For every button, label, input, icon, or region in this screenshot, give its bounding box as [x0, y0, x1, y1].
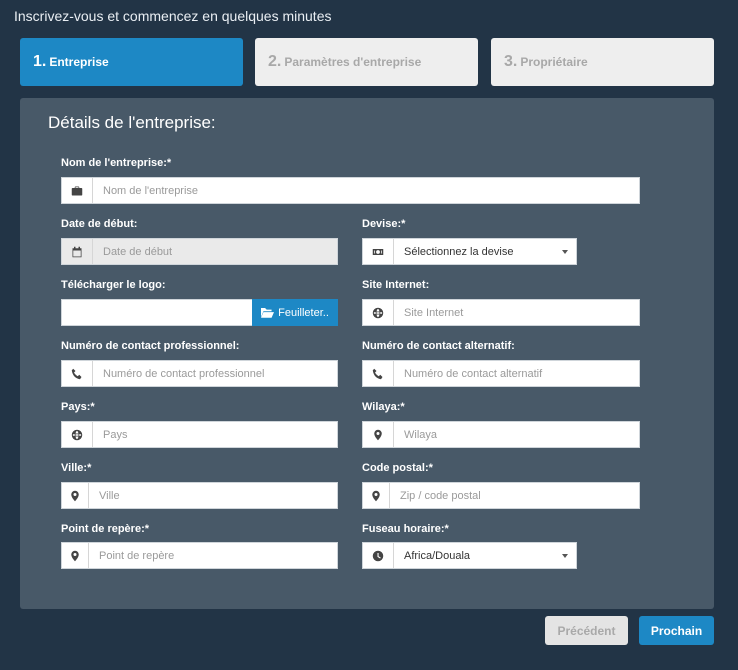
step-number: 3.	[504, 53, 518, 70]
chevron-down-icon	[562, 250, 568, 254]
alt-contact-input[interactable]	[394, 361, 639, 386]
website-label: Site Internet:	[362, 279, 430, 291]
money-icon	[363, 239, 394, 264]
landmark-input[interactable]	[89, 543, 337, 568]
city-input[interactable]	[89, 483, 337, 508]
company-details-panel: Détails de l'entreprise: Nom de l'entrep…	[20, 98, 714, 609]
alt-contact-label: Numéro de contact alternatif:	[362, 340, 515, 352]
country-input[interactable]	[93, 422, 337, 447]
timezone-select[interactable]: Africa/Douala	[394, 543, 576, 568]
panel-title: Détails de l'entreprise:	[48, 113, 216, 132]
globe-icon	[363, 300, 394, 325]
city-group	[61, 482, 338, 509]
step-label: Entreprise	[49, 55, 109, 69]
calendar-icon	[62, 239, 93, 264]
map-marker-icon	[363, 422, 394, 447]
briefcase-icon	[62, 178, 93, 203]
country-group	[61, 421, 338, 448]
chevron-down-icon	[562, 554, 568, 558]
state-input[interactable]	[394, 422, 639, 447]
website-input[interactable]	[394, 300, 639, 325]
city-label: Ville:*	[61, 462, 92, 474]
zip-input[interactable]	[390, 483, 639, 508]
currency-select-value: Sélectionnez la devise	[404, 245, 514, 258]
phone-icon	[363, 361, 394, 386]
company-name-label: Nom de l'entreprise:*	[61, 157, 172, 169]
currency-label: Devise:*	[362, 218, 406, 230]
globe-icon	[62, 422, 93, 447]
company-name-input[interactable]	[93, 178, 639, 203]
step-parametres[interactable]: 2. Paramètres d'entreprise	[255, 38, 478, 86]
state-label: Wilaya:*	[362, 401, 405, 413]
state-group	[362, 421, 640, 448]
zip-group	[362, 482, 640, 509]
clock-icon	[363, 543, 394, 568]
business-contact-input[interactable]	[93, 361, 337, 386]
step-label: Paramètres d'entreprise	[284, 55, 422, 69]
business-contact-group	[61, 360, 338, 387]
step-number: 2.	[268, 53, 282, 70]
currency-group: Sélectionnez la devise	[362, 238, 577, 265]
logo-file-group	[61, 299, 253, 326]
step-entreprise[interactable]: 1. Entreprise	[20, 38, 243, 86]
step-proprietaire[interactable]: 3. Propriétaire	[491, 38, 714, 86]
page-header-title: Inscrivez-vous et commencez en quelques …	[14, 8, 332, 24]
logo-label: Télécharger le logo:	[61, 279, 166, 291]
landmark-label: Point de repère:*	[61, 523, 150, 535]
timezone-label: Fuseau horaire:*	[362, 523, 449, 535]
timezone-group: Africa/Douala	[362, 542, 577, 569]
folder-open-icon	[261, 308, 275, 318]
browse-button-label: Feuilleter..	[278, 306, 329, 319]
start-date-input[interactable]	[93, 239, 337, 264]
wizard-steps: 1. Entreprise 2. Paramètres d'entreprise…	[20, 38, 714, 86]
website-group	[362, 299, 640, 326]
timezone-select-value: Africa/Douala	[404, 549, 471, 562]
map-marker-icon	[62, 543, 89, 568]
start-date-group	[61, 238, 338, 265]
map-marker-icon	[62, 483, 89, 508]
next-button[interactable]: Prochain	[639, 616, 714, 645]
country-label: Pays:*	[61, 401, 95, 413]
map-marker-icon	[363, 483, 390, 508]
landmark-group	[61, 542, 338, 569]
zip-label: Code postal:*	[362, 462, 433, 474]
step-number: 1.	[33, 53, 47, 70]
business-contact-label: Numéro de contact professionnel:	[61, 340, 240, 352]
alt-contact-group	[362, 360, 640, 387]
browse-button[interactable]: Feuilleter..	[252, 299, 338, 326]
currency-select[interactable]: Sélectionnez la devise	[394, 239, 576, 264]
previous-button[interactable]: Précédent	[545, 616, 628, 645]
company-name-group	[61, 177, 640, 204]
start-date-label: Date de début:	[61, 218, 138, 230]
step-label: Propriétaire	[520, 55, 588, 69]
logo-file-input[interactable]	[62, 300, 253, 325]
phone-icon	[62, 361, 93, 386]
